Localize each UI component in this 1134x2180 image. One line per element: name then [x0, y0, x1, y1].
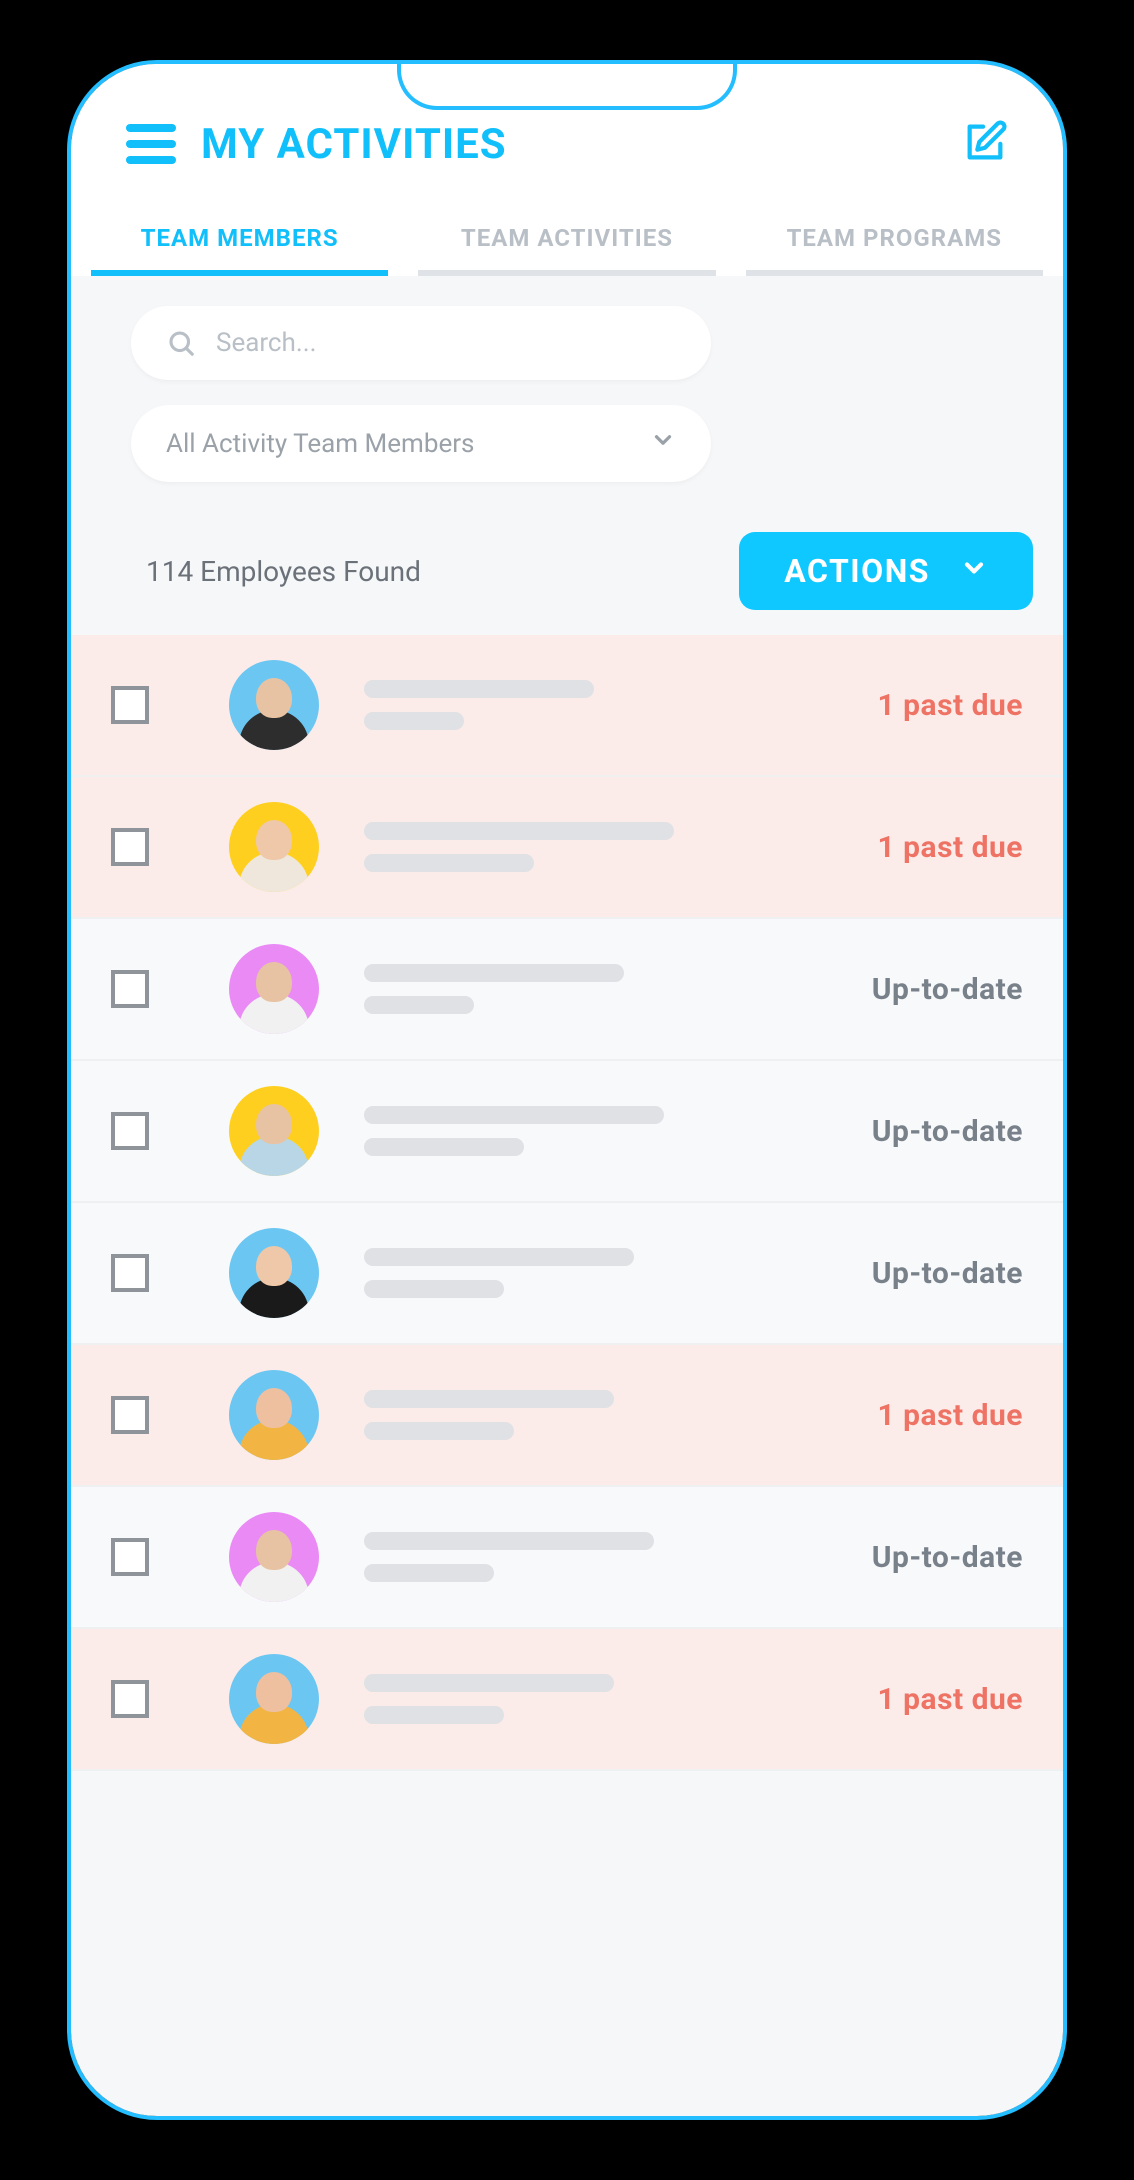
row-checkbox[interactable] — [111, 1112, 149, 1150]
menu-icon[interactable] — [126, 124, 176, 164]
search-field[interactable] — [131, 306, 711, 380]
phone-frame: MY ACTIVITIES TEAM MEMBERS TEAM ACTIVITIE… — [67, 60, 1067, 2120]
app-screen: MY ACTIVITIES TEAM MEMBERS TEAM ACTIVITIE… — [71, 64, 1063, 2116]
avatar — [229, 802, 319, 892]
avatar — [229, 944, 319, 1034]
results-row: 114 Employees Found ACTIONS — [71, 502, 1063, 635]
search-icon — [166, 328, 196, 358]
page-title: MY ACTIVITIES — [201, 120, 507, 169]
controls-area: All Activity Team Members — [71, 276, 1063, 502]
avatar — [229, 1512, 319, 1602]
employee-row[interactable]: Up-to-date — [71, 1061, 1063, 1203]
name-placeholder — [344, 1532, 847, 1582]
row-checkbox[interactable] — [111, 970, 149, 1008]
avatar — [229, 1654, 319, 1744]
avatar — [229, 1086, 319, 1176]
tab-team-programs[interactable]: TEAM PROGRAMS — [746, 199, 1043, 276]
avatar — [229, 1370, 319, 1460]
results-count: 114 Employees Found — [146, 555, 421, 588]
status-label: Up-to-date — [872, 1114, 1033, 1149]
name-placeholder — [344, 1106, 847, 1156]
employee-row[interactable]: Up-to-date — [71, 1487, 1063, 1629]
status-label: Up-to-date — [872, 972, 1033, 1007]
employee-row[interactable]: 1 past due — [71, 777, 1063, 919]
phone-notch — [397, 60, 737, 110]
name-placeholder — [344, 822, 852, 872]
row-checkbox[interactable] — [111, 1254, 149, 1292]
search-input[interactable] — [216, 328, 676, 358]
name-placeholder — [344, 1248, 847, 1298]
status-label: 1 past due — [877, 688, 1033, 723]
status-label: 1 past due — [877, 1398, 1033, 1433]
status-label: Up-to-date — [872, 1256, 1033, 1291]
employee-row[interactable]: 1 past due — [71, 1629, 1063, 1771]
status-label: 1 past due — [877, 1682, 1033, 1717]
avatar — [229, 1228, 319, 1318]
employee-row[interactable]: Up-to-date — [71, 1203, 1063, 1345]
row-checkbox[interactable] — [111, 1396, 149, 1434]
employee-row[interactable]: 1 past due — [71, 635, 1063, 777]
chevron-down-icon — [960, 552, 988, 590]
tab-team-members[interactable]: TEAM MEMBERS — [91, 199, 388, 276]
actions-button-label: ACTIONS — [784, 552, 930, 590]
status-label: 1 past due — [877, 830, 1033, 865]
employee-list: 1 past due 1 past due Up-to-date Up-to-date… — [71, 635, 1063, 2116]
actions-button[interactable]: ACTIONS — [739, 532, 1033, 610]
name-placeholder — [344, 964, 847, 1014]
employee-row[interactable]: 1 past due — [71, 1345, 1063, 1487]
row-checkbox[interactable] — [111, 1538, 149, 1576]
row-checkbox[interactable] — [111, 828, 149, 866]
row-checkbox[interactable] — [111, 686, 149, 724]
header-left: MY ACTIVITIES — [126, 120, 507, 169]
status-label: Up-to-date — [872, 1540, 1033, 1575]
name-placeholder — [344, 680, 852, 730]
filter-dropdown[interactable]: All Activity Team Members — [131, 405, 711, 482]
compose-icon[interactable] — [962, 119, 1008, 169]
name-placeholder — [344, 1390, 852, 1440]
row-checkbox[interactable] — [111, 1680, 149, 1718]
tab-team-activities[interactable]: TEAM ACTIVITIES — [418, 199, 715, 276]
employee-row[interactable]: Up-to-date — [71, 919, 1063, 1061]
avatar — [229, 660, 319, 750]
filter-selected-label: All Activity Team Members — [166, 429, 474, 459]
tabs: TEAM MEMBERS TEAM ACTIVITIES TEAM PROGRAMS — [71, 199, 1063, 276]
name-placeholder — [344, 1674, 852, 1724]
chevron-down-icon — [650, 427, 676, 460]
